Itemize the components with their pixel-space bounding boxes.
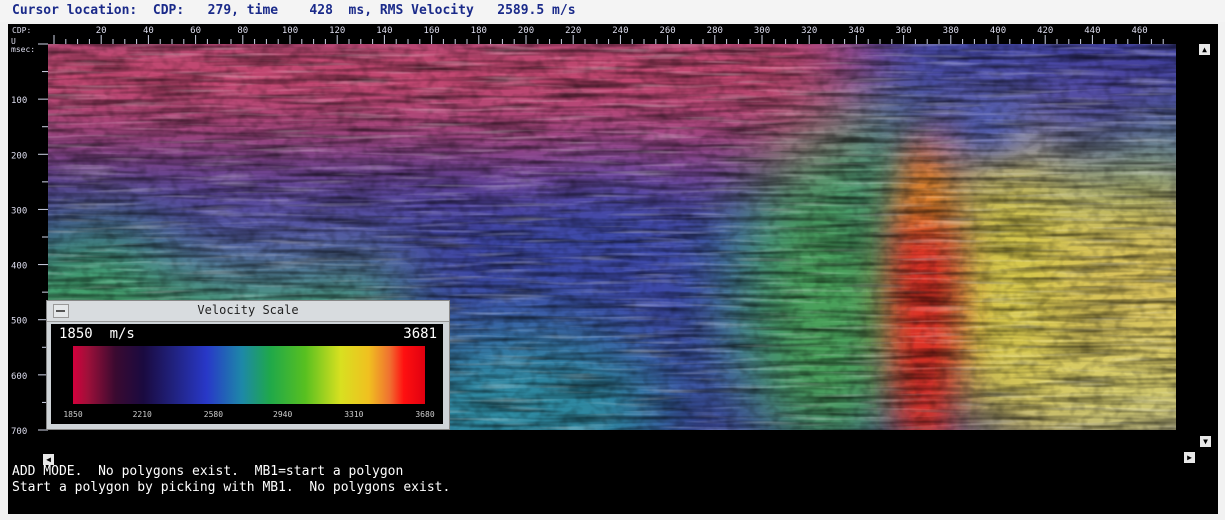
- cdp-tick-label: 40: [143, 26, 154, 36]
- seismic-viewer[interactable]: 20 40 60 80 100 120 140 160 180 200 220 240 260 280 30…: [8, 24, 1218, 514]
- cdp-tick-label: 360: [895, 26, 911, 36]
- time-tick-label: 500: [11, 317, 27, 327]
- velocity-scale-titlebar[interactable]: Velocity Scale: [47, 301, 449, 322]
- velocity-scale-ticks: 1850 2210 2580 2940 3310 3680: [51, 410, 443, 424]
- time-axis-unit-label: U msec:: [11, 38, 35, 54]
- velocity-tick-label: 2210: [132, 410, 152, 419]
- velocity-tick-label: 2580: [203, 410, 224, 419]
- message-area: ADD MODE. No polygons exist. MB1=start a…: [12, 464, 450, 496]
- cdp-tick-label: 160: [423, 26, 439, 36]
- velocity-max-label: 3681: [403, 326, 437, 342]
- cdp-tick-label: 120: [329, 26, 345, 36]
- scroll-down-button[interactable]: ▼: [1200, 436, 1211, 447]
- velocity-tick-label: 3680: [415, 410, 435, 419]
- message-line-hint: Start a polygon by picking with MB1. No …: [12, 480, 451, 495]
- time-axis: 100 200 300 400 500 600 700: [11, 43, 48, 434]
- cdp-tick-label: 300: [754, 26, 770, 36]
- cdp-tick-label: 200: [518, 26, 534, 36]
- velocity-tick-label: 2940: [273, 410, 293, 419]
- cursor-location-readout: Cursor location: CDP: 279, time 428 ms, …: [0, 0, 1225, 22]
- velocity-tick-label: 3310: [344, 410, 364, 419]
- cdp-tick-label: 140: [376, 26, 392, 36]
- velocity-tick-label: 1850: [63, 410, 83, 419]
- velocity-scale-body: 1850 m/s 3681 1850 2210 2580 2940 3310 3680: [51, 324, 443, 424]
- cdp-tick-label: 180: [471, 26, 487, 36]
- scroll-right-button[interactable]: ▶: [1184, 452, 1195, 463]
- message-line-mode: ADD MODE. No polygons exist. MB1=start a…: [12, 464, 404, 479]
- cdp-tick-label: 440: [1084, 26, 1100, 36]
- cdp-tick-label: 60: [190, 26, 201, 36]
- cdp-tick-label: 260: [659, 26, 675, 36]
- velocity-min-label: 1850 m/s: [59, 326, 135, 342]
- cdp-tick-label: 280: [707, 26, 723, 36]
- cdp-tick-label: 380: [943, 26, 959, 36]
- time-axis-unit-line: msec:: [11, 45, 36, 54]
- scroll-up-button[interactable]: ▲: [1199, 44, 1210, 55]
- cdp-tick-label: 320: [801, 26, 817, 36]
- cdp-tick-label: 460: [1131, 26, 1147, 36]
- velocity-scale-window[interactable]: Velocity Scale 1850 m/s 3681 1850 2210 258…: [46, 300, 450, 430]
- time-tick-label: 400: [11, 262, 27, 272]
- time-tick-label: 600: [11, 372, 27, 382]
- cdp-tick-label: 340: [848, 26, 864, 36]
- cdp-tick-label: 220: [565, 26, 581, 36]
- cdp-axis: 20 40 60 80 100 120 140 160 180 200 220 240 260 280 30…: [53, 26, 1164, 44]
- cdp-tick-label: 100: [282, 26, 298, 36]
- time-tick-label: 100: [11, 96, 27, 106]
- time-tick-label: 700: [11, 427, 27, 434]
- time-tick-label: 300: [11, 206, 27, 216]
- cdp-tick-label: 20: [96, 26, 107, 36]
- cdp-tick-label: 400: [990, 26, 1006, 36]
- velocity-scale-title: Velocity Scale: [197, 303, 299, 317]
- time-tick-label: 200: [11, 151, 27, 161]
- cdp-tick-label: 80: [237, 26, 248, 36]
- velocity-color-bar: [73, 346, 425, 404]
- cdp-axis-label: CDP:: [12, 26, 32, 35]
- cdp-tick-label: 420: [1037, 26, 1053, 36]
- right-margin: [1176, 44, 1218, 430]
- cdp-tick-label: 240: [612, 26, 628, 36]
